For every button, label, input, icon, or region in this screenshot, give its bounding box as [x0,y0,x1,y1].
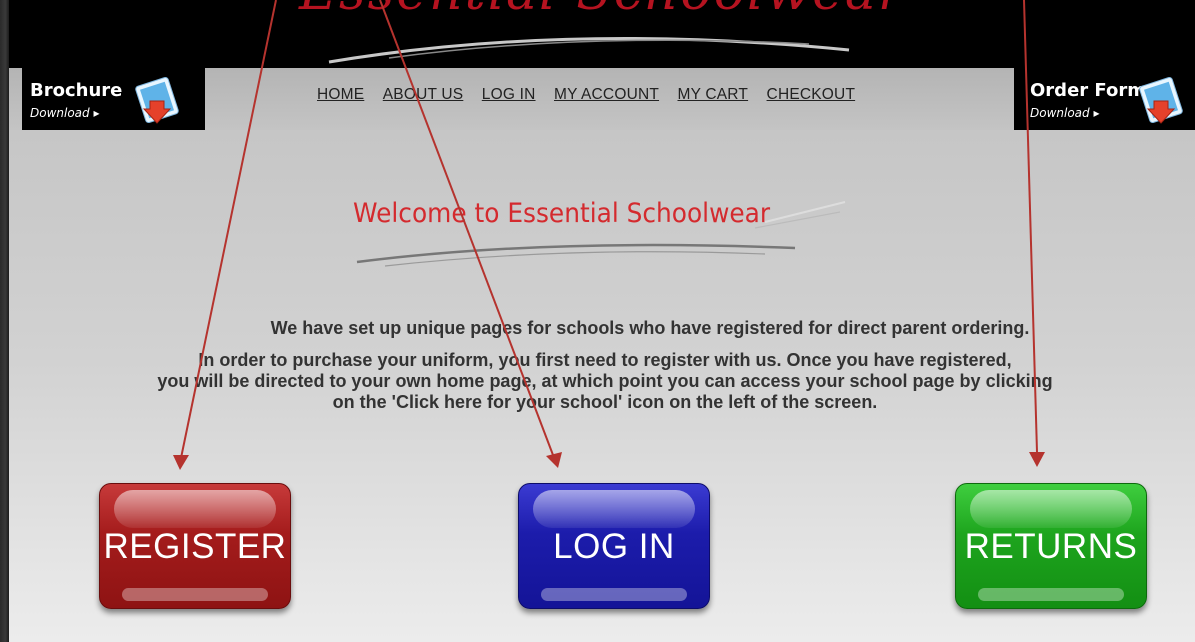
download-document-icon [1139,76,1183,124]
nav-my-cart[interactable]: MY CART [678,86,749,103]
main-nav: HOME ABOUT US LOG IN MY ACCOUNT MY CART … [317,86,869,104]
login-button[interactable]: LOG IN [518,483,710,609]
button-gloss [533,490,695,528]
page: Essential Schoolwear Brochure Download ▸… [0,0,1195,642]
button-gloss [122,588,268,601]
intro-text-line-2: In order to purchase your uniform, you f… [198,350,1012,370]
returns-button-label: RETURNS [964,527,1138,566]
brochure-title: Brochure [30,80,123,101]
nav-checkout[interactable]: CHECKOUT [767,86,856,103]
login-button-label: LOG IN [553,527,675,566]
intro-text-line-4: on the 'Click here for your school' icon… [332,392,878,412]
site-header: Essential Schoolwear [9,0,1195,68]
order-form-download-label: Download ▸ [1030,106,1100,120]
nav-home[interactable]: HOME [317,86,364,103]
brochure-download-button[interactable]: Brochure Download ▸ [22,68,205,130]
nav-about-us[interactable]: ABOUT US [383,86,464,103]
button-gloss [978,588,1124,601]
returns-button[interactable]: RETURNS [955,483,1147,609]
brochure-download-label: Download ▸ [30,106,100,120]
download-document-icon [135,76,179,124]
button-gloss [114,490,276,528]
left-border-strip [0,0,9,642]
order-form-title: Order Form [1030,80,1146,101]
welcome-swoosh [356,201,846,267]
nav-my-account[interactable]: MY ACCOUNT [554,86,659,103]
intro-text-line-3: you will be directed to your own home pa… [157,371,1053,391]
intro-text-line-1: We have set up unique pages for schools … [270,318,1030,338]
welcome-banner: Welcome to Essential Schoolwear [345,192,855,272]
button-gloss [541,588,687,601]
order-form-download-button[interactable]: Order Form Download ▸ [1014,68,1195,130]
intro-text-block: In order to purchase your uniform, you f… [40,350,1170,413]
site-logo[interactable]: Essential Schoolwear [299,0,903,22]
button-gloss [970,490,1132,528]
logo-swoosh [328,36,850,64]
register-button-label: REGISTER [103,527,287,566]
nav-log-in[interactable]: LOG IN [482,86,536,103]
register-button[interactable]: REGISTER [99,483,291,609]
